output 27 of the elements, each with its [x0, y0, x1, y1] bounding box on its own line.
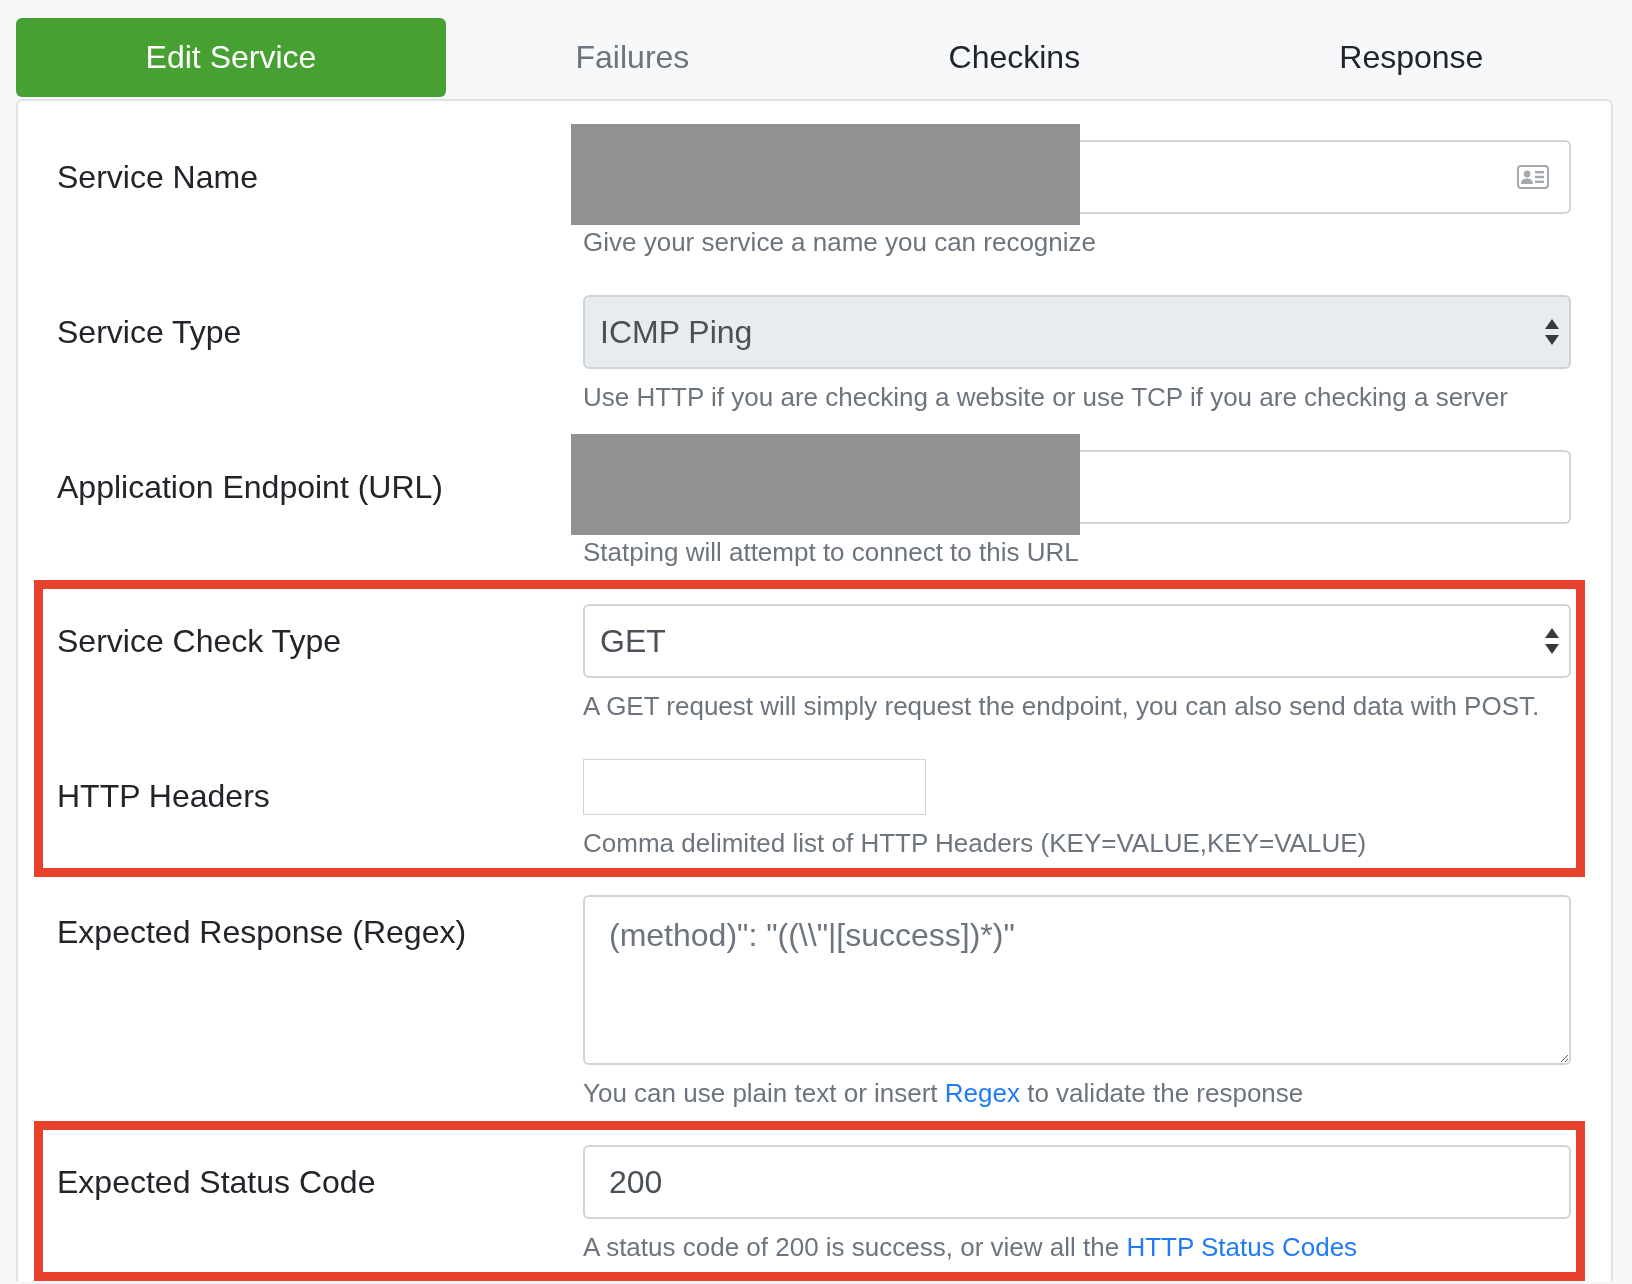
select-arrows-icon — [1545, 318, 1559, 346]
field-label: Expected Response (Regex) — [57, 913, 468, 952]
help-text: Statping will attempt to connect to this URL — [583, 536, 1080, 569]
select-arrows-icon — [1545, 627, 1559, 655]
help-text: Use HTTP if you are checking a website or use TCP if you are checking a server — [583, 381, 1509, 414]
field-label: Application Endpoint (URL) — [57, 468, 444, 507]
text-input-field[interactable]: 200 — [583, 1145, 1571, 1219]
field-label: Service Type — [57, 313, 243, 352]
text-link[interactable]: HTTP Status Codes — [1126, 1232, 1358, 1262]
field-label: HTTP Headers — [57, 777, 271, 816]
textarea-field[interactable]: (method)": "((\\"|[success])*)" — [583, 895, 1571, 1065]
tab[interactable]: Response — [1209, 18, 1613, 97]
field-label: Expected Status Code — [57, 1163, 377, 1202]
help-text: Give your service a name you can recognize — [583, 226, 1098, 259]
help-text: Comma delimited list of HTTP Headers (KEY=VALUE,KEY=VALUE) — [583, 827, 1368, 860]
select-field[interactable]: GET — [583, 604, 1571, 678]
text-input-field[interactable] — [1080, 140, 1571, 214]
field-label: Service Check Type — [57, 622, 342, 661]
text-input-field[interactable] — [1080, 450, 1571, 524]
text-link[interactable]: Regex — [944, 1078, 1020, 1108]
contact-card-icon — [1517, 165, 1549, 189]
tab[interactable]: Checkins — [818, 18, 1210, 97]
help-text: A status code of 200 is success, or view all the HTTP Status Codes — [583, 1231, 1359, 1264]
help-text: You can use plain text or insert Regex to validate the response — [583, 1077, 1305, 1110]
text-input-field[interactable] — [583, 759, 926, 815]
help-text: A GET request will simply request the endpoint, you can also send data with POST. — [583, 690, 1541, 723]
field-label: Service Name — [57, 158, 259, 197]
